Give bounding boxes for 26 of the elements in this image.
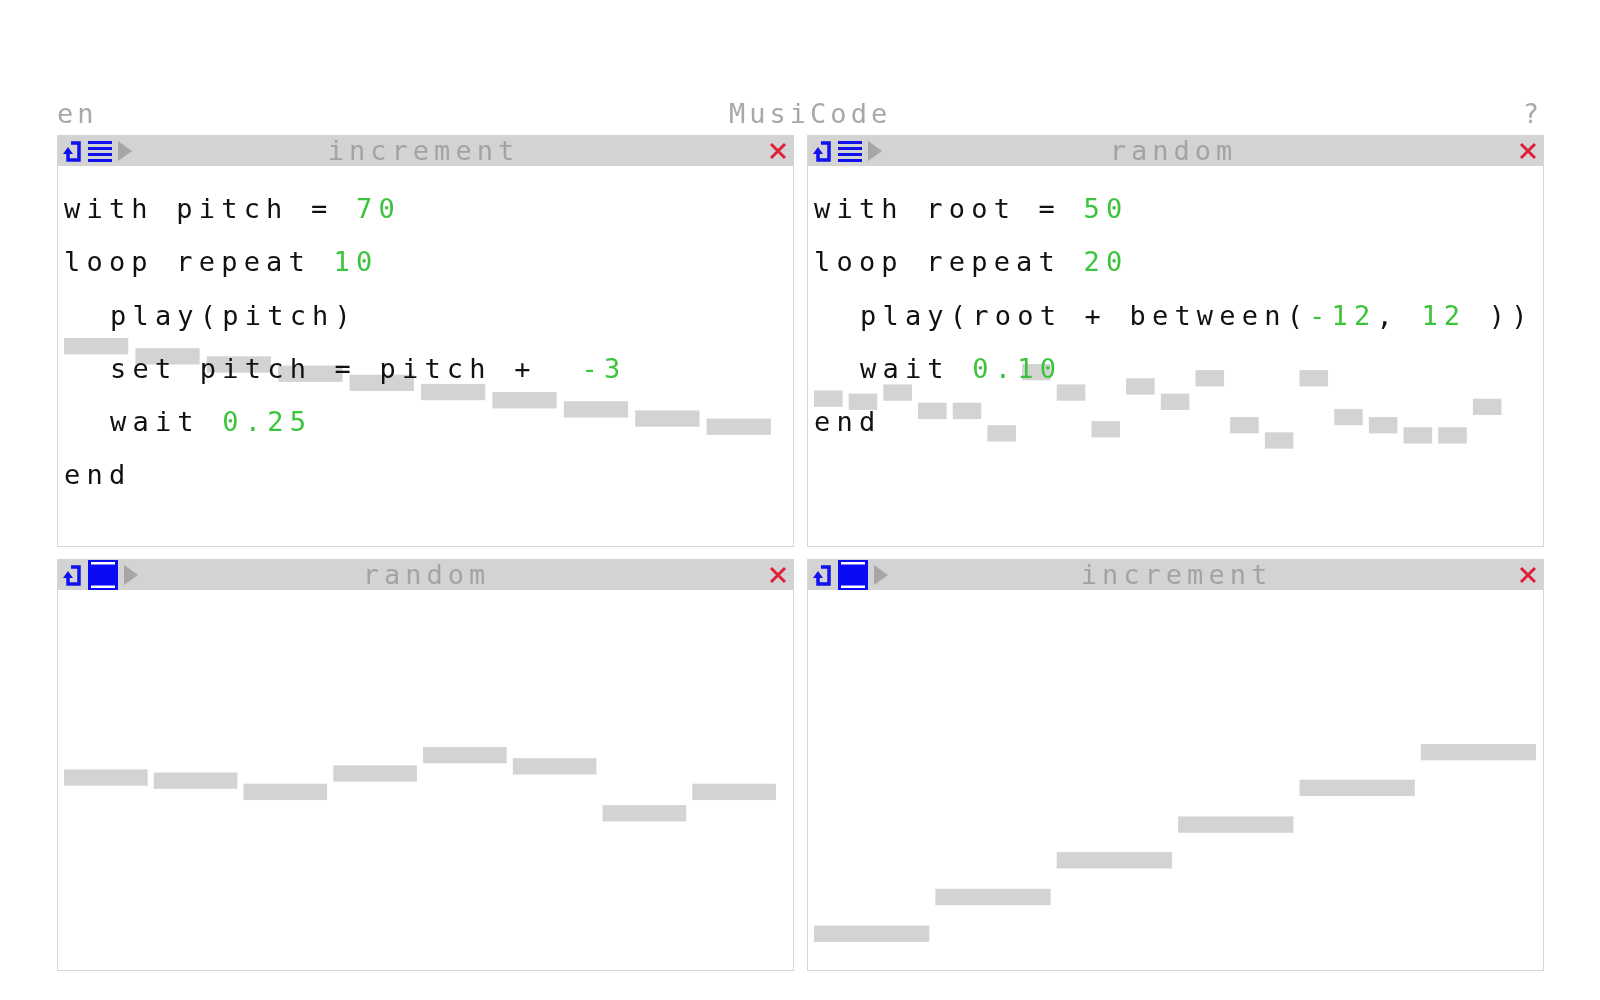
close-icon[interactable] [1519, 141, 1537, 160]
code-line: end [814, 405, 882, 440]
code-line: wait 0.10 [860, 351, 1063, 386]
list-icon[interactable] [88, 138, 112, 163]
code-line: with pitch = 70 [64, 192, 401, 226]
code-line: wait 0.25 [110, 405, 313, 440]
loop-arrow-icon[interactable] [62, 562, 82, 587]
list-icon[interactable] [838, 138, 862, 163]
help-button[interactable]: ? [1522, 98, 1543, 129]
code-line: set pitch = pitch + -3 [110, 351, 627, 386]
code-line: play(pitch) [110, 298, 357, 333]
code-line: with root = 50 [814, 192, 1129, 226]
close-icon[interactable] [769, 565, 787, 584]
panel-view-icon[interactable] [88, 559, 118, 590]
app-title: MusiCode [729, 98, 892, 129]
code-line: loop repeat 10 [64, 245, 379, 280]
loop-arrow-icon[interactable] [812, 138, 832, 163]
close-icon[interactable] [769, 141, 787, 160]
close-icon[interactable] [1519, 565, 1537, 584]
language-selector[interactable]: en [57, 98, 98, 129]
code-line: loop repeat 20 [814, 245, 1129, 280]
loop-arrow-icon[interactable] [812, 562, 832, 587]
panel-view-icon[interactable] [838, 559, 868, 590]
code-line: play(root + between(-12, 12 )) [860, 298, 1534, 333]
loop-arrow-icon[interactable] [62, 138, 82, 163]
code-line: end [64, 458, 132, 493]
